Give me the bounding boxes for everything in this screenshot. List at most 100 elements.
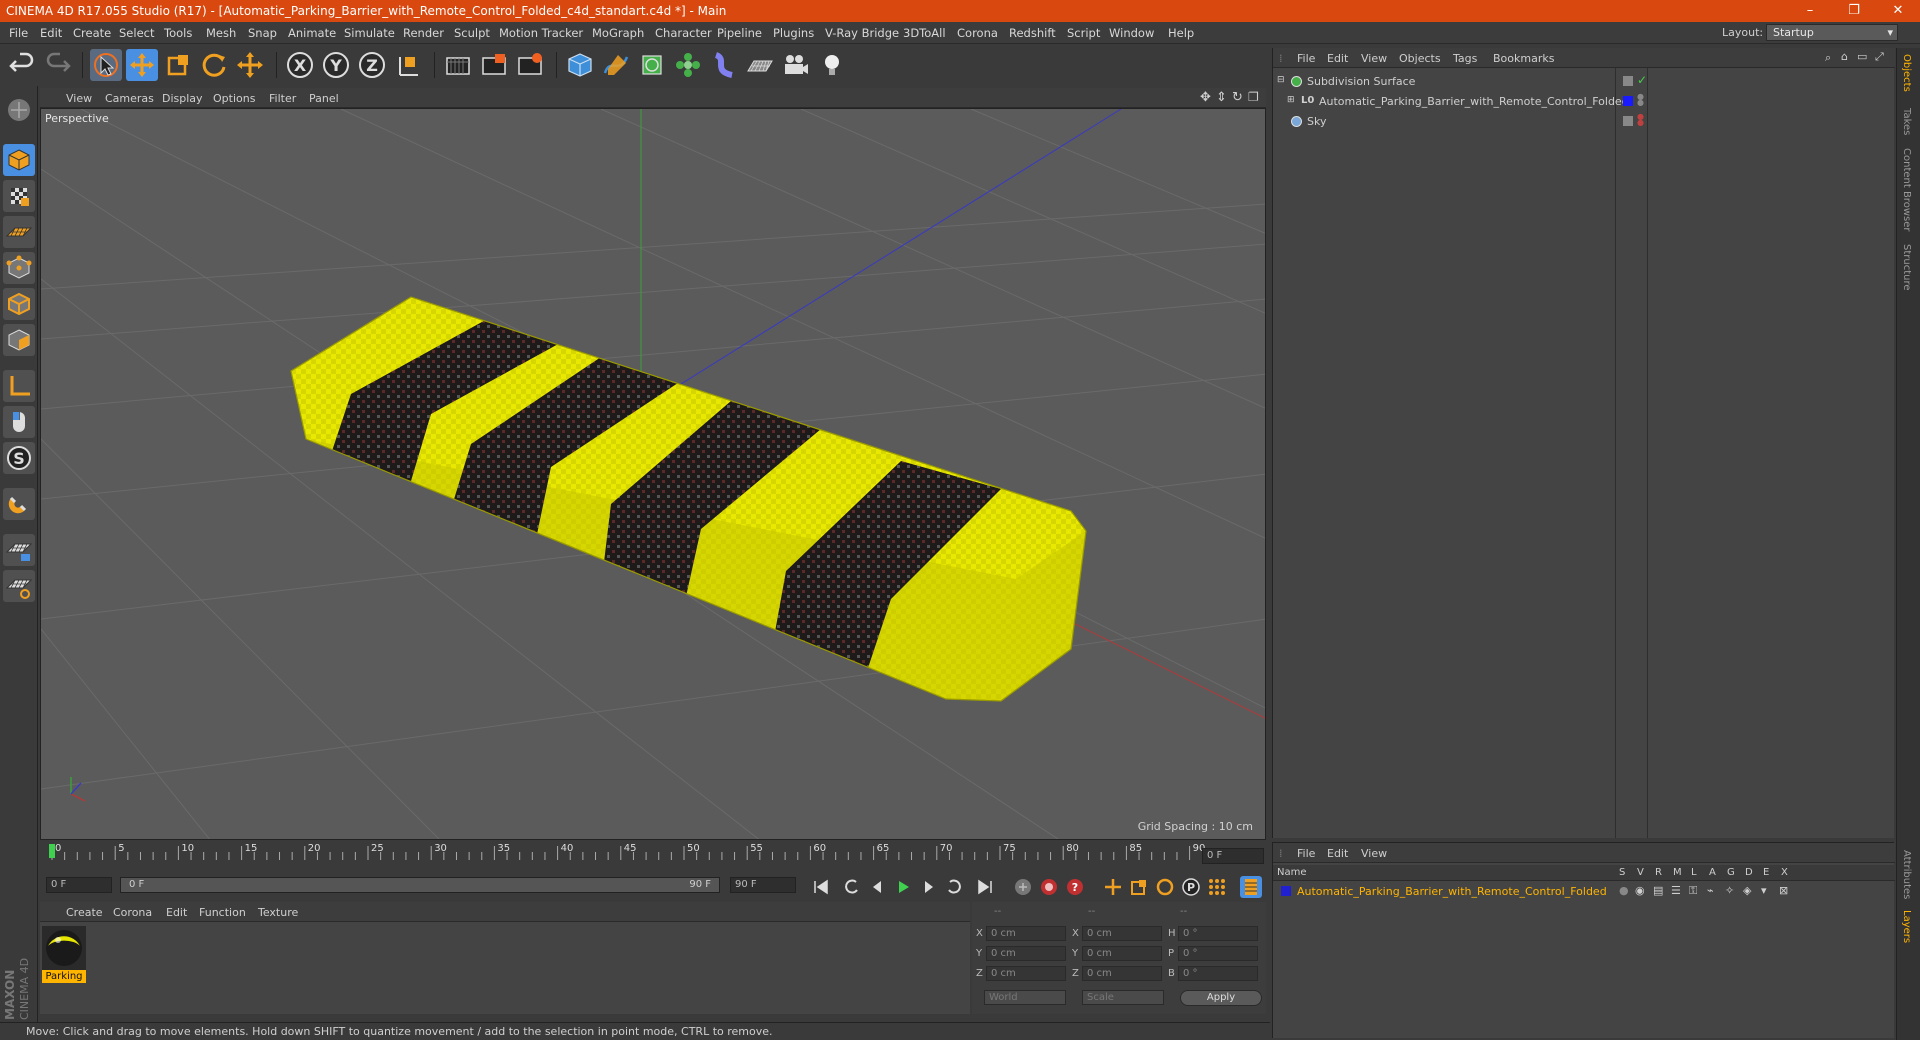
- menu-tools[interactable]: Tools: [164, 26, 192, 40]
- workplane-mode-icon[interactable]: [3, 216, 35, 248]
- menu-edit[interactable]: Edit: [40, 26, 62, 40]
- layer-animation-icon[interactable]: ⌁: [1707, 884, 1714, 897]
- end-frame-field[interactable]: 90 F: [730, 877, 796, 893]
- menu-script[interactable]: Script: [1067, 26, 1100, 40]
- undo-icon[interactable]: [6, 49, 38, 81]
- menu-simulate[interactable]: Simulate: [344, 26, 395, 40]
- key-scale-icon[interactable]: [1128, 876, 1150, 898]
- maximize-button[interactable]: ❐: [1832, 0, 1876, 22]
- viewport-menu-options[interactable]: Options: [213, 92, 255, 105]
- layer-expression-icon[interactable]: ▾: [1761, 884, 1767, 897]
- minimize-button[interactable]: –: [1788, 0, 1832, 22]
- object-row-parking-barrier[interactable]: ⊞ L0 Automatic_Parking_Barrier_with_Remo…: [1273, 92, 1895, 112]
- size-mode-select[interactable]: Scale: [1082, 990, 1164, 1005]
- light-icon[interactable]: [816, 49, 848, 81]
- rotate-icon[interactable]: [198, 49, 230, 81]
- menu-character[interactable]: Character: [655, 26, 712, 40]
- perspective-viewport[interactable]: Perspective Grid Spacing : 10 cm: [40, 108, 1266, 840]
- scale-icon[interactable]: [162, 49, 194, 81]
- layer-solo-icon[interactable]: ●: [1619, 884, 1629, 897]
- menu-file[interactable]: File: [9, 26, 28, 40]
- render-view-icon[interactable]: [442, 49, 474, 81]
- layer-manager-icon[interactable]: ☰: [1671, 884, 1681, 897]
- menu-snap[interactable]: Snap: [248, 26, 277, 40]
- points-mode-icon[interactable]: [3, 252, 35, 284]
- menu-motion-tracker[interactable]: Motion Tracker: [499, 26, 583, 40]
- parking-barrier-object[interactable]: [290, 296, 1087, 702]
- key-position-icon[interactable]: [1102, 876, 1124, 898]
- subdivision-icon[interactable]: [636, 49, 668, 81]
- record-keys-icon[interactable]: [1038, 876, 1060, 898]
- lock-workplane-icon[interactable]: [3, 534, 35, 566]
- menu-pipeline[interactable]: Pipeline: [717, 26, 762, 40]
- make-editable-icon[interactable]: [3, 94, 35, 126]
- viewport-menu-view[interactable]: View: [66, 92, 92, 105]
- viewport-menu-panel[interactable]: Panel: [309, 92, 339, 105]
- layers-menu-view[interactable]: View: [1361, 847, 1387, 860]
- key-pla-icon[interactable]: [1206, 876, 1228, 898]
- viewport-menu-display[interactable]: Display: [162, 92, 203, 105]
- menu-help[interactable]: Help: [1168, 26, 1194, 40]
- tab-objects[interactable]: Objects: [1901, 54, 1912, 92]
- size-x-field[interactable]: 0 cm: [1082, 926, 1162, 941]
- layer-color-swatch[interactable]: [1281, 886, 1291, 896]
- x-axis-icon[interactable]: X: [284, 49, 316, 81]
- timeline-ruler[interactable]: 0 5 10 15 20 25 30 35 40 45 50 55 60 65 70 75 80 85 90 0 F: [40, 842, 1266, 872]
- layer-render-icon[interactable]: ▤: [1653, 884, 1663, 897]
- viewport-nav-zoom-icon[interactable]: ⇕: [1216, 90, 1227, 105]
- enabled-check-icon[interactable]: ✓: [1637, 73, 1647, 87]
- menu-plugins[interactable]: Plugins: [773, 26, 814, 40]
- collapse-icon[interactable]: ⊟: [1277, 75, 1285, 85]
- layers-menu-file[interactable]: File: [1297, 847, 1315, 860]
- om-menu-view[interactable]: View: [1361, 52, 1387, 65]
- tweak-mode-icon[interactable]: [3, 406, 35, 438]
- menu-mesh[interactable]: Mesh: [206, 26, 236, 40]
- material-menu-function[interactable]: Function: [199, 906, 246, 919]
- layer-lock-icon[interactable]: ⚿: [1689, 884, 1697, 898]
- next-key-icon[interactable]: [944, 876, 966, 898]
- frame-range-slider[interactable]: 0 F 90 F: [120, 877, 720, 893]
- position-z-field[interactable]: 0 cm: [986, 966, 1066, 981]
- viewport-menu-cameras[interactable]: Cameras: [105, 92, 154, 105]
- menu-mograph[interactable]: MoGraph: [592, 26, 644, 40]
- redo-icon[interactable]: [42, 49, 74, 81]
- om-menu-tags[interactable]: Tags: [1453, 52, 1477, 65]
- layout-select[interactable]: Startup ▾: [1766, 24, 1898, 41]
- polygons-mode-icon[interactable]: [3, 324, 35, 356]
- object-row-sky[interactable]: Sky ● ●: [1273, 112, 1895, 132]
- previous-key-icon[interactable]: [840, 876, 862, 898]
- auto-key-icon[interactable]: ?: [1064, 876, 1086, 898]
- layer-generator-icon[interactable]: ✧: [1725, 884, 1734, 897]
- viewport-maximize-icon[interactable]: ❐: [1248, 90, 1259, 104]
- new-window-icon[interactable]: ▭: [1857, 50, 1867, 63]
- layer-xref-icon[interactable]: ⊠: [1779, 884, 1788, 897]
- tab-attributes[interactable]: Attributes: [1901, 850, 1912, 899]
- mograph-cloner-icon[interactable]: [672, 49, 704, 81]
- viewport-menu-filter[interactable]: Filter: [269, 92, 296, 105]
- enable-axis-icon[interactable]: [3, 370, 35, 402]
- render-picture-viewer-icon[interactable]: [478, 49, 510, 81]
- play-icon[interactable]: [892, 876, 914, 898]
- menu-select[interactable]: Select: [119, 26, 154, 40]
- rotation-p-field[interactable]: 0 °: [1178, 946, 1258, 961]
- live-select-icon[interactable]: [234, 49, 266, 81]
- size-z-field[interactable]: 0 cm: [1082, 966, 1162, 981]
- visibility-dots-icon[interactable]: ● ●: [1637, 93, 1644, 107]
- tab-takes[interactable]: Takes: [1901, 108, 1912, 135]
- object-row-subdivision-surface[interactable]: ⊟ Subdivision Surface ✓: [1273, 72, 1895, 92]
- material-menu-corona[interactable]: Corona: [113, 906, 152, 919]
- next-frame-icon[interactable]: [918, 876, 940, 898]
- material-swatch-parking[interactable]: Parking: [42, 926, 86, 984]
- menu-animate[interactable]: Animate: [288, 26, 336, 40]
- material-menu-create[interactable]: Create: [66, 906, 103, 919]
- tab-content-browser[interactable]: Content Browser: [1901, 148, 1912, 231]
- search-icon[interactable]: ⌕: [1825, 51, 1831, 65]
- menu-corona[interactable]: Corona: [957, 26, 998, 40]
- motion-record-icon[interactable]: [1012, 876, 1034, 898]
- planar-workplane-icon[interactable]: [3, 570, 35, 602]
- spline-pen-icon[interactable]: [600, 49, 632, 81]
- size-y-field[interactable]: 0 cm: [1082, 946, 1162, 961]
- select-arrow-icon[interactable]: [90, 49, 122, 81]
- om-menu-objects[interactable]: Objects: [1399, 52, 1441, 65]
- layer-name[interactable]: Automatic_Parking_Barrier_with_Remote_Co…: [1297, 885, 1607, 898]
